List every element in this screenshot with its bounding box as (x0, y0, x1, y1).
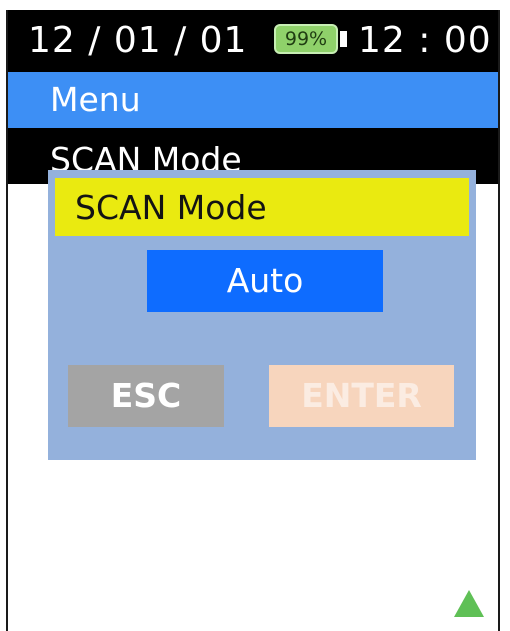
status-bar: 12 / 01 / 01 99% 12 : 00 (8, 10, 498, 72)
scan-mode-selector[interactable]: Auto (147, 250, 383, 312)
enter-button[interactable]: ENTER (269, 365, 454, 427)
date-display: 12 / 01 / 01 (28, 20, 248, 61)
esc-button[interactable]: ESC (68, 365, 224, 427)
menu-header[interactable]: Menu (8, 72, 498, 128)
device-screen: 12 / 01 / 01 99% 12 : 00 Menu SCAN Mode … (6, 10, 500, 631)
time-display: 12 : 00 (358, 20, 492, 61)
battery-tip-icon (340, 31, 347, 47)
triangle-up-icon[interactable] (454, 590, 484, 617)
battery-icon: 99% (274, 24, 338, 54)
dialog-title-bar: SCAN Mode (55, 178, 469, 236)
dialog-title: SCAN Mode (75, 188, 267, 227)
scan-mode-dialog: SCAN Mode Auto ESC ENTER (48, 170, 476, 460)
menu-title: Menu (50, 80, 141, 119)
battery-level: 99% (284, 28, 328, 50)
